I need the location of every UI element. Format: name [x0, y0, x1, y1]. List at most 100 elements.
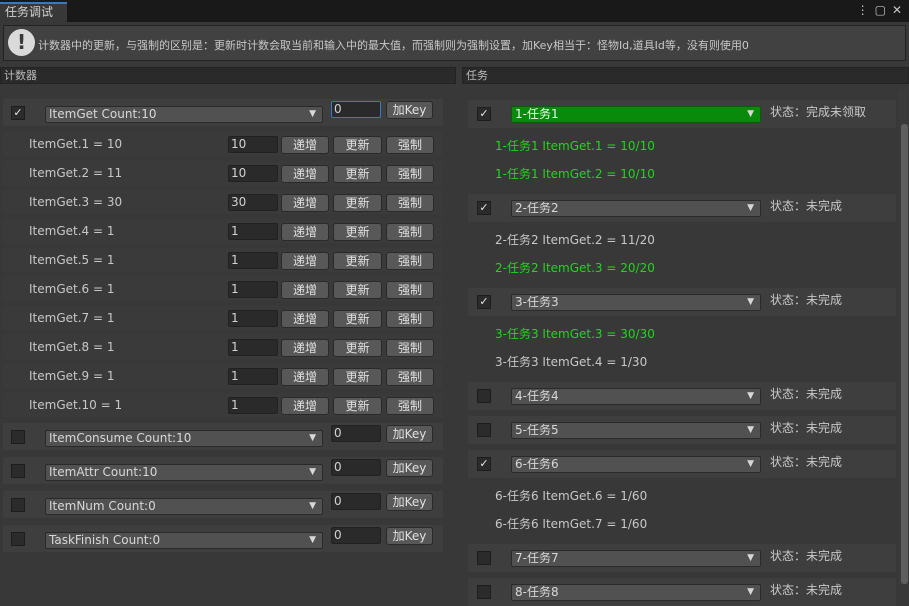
add-key-button[interactable]: 加Key: [386, 527, 433, 545]
counter-entry-input[interactable]: 1: [228, 223, 278, 240]
counter-entry-input[interactable]: 10: [228, 136, 278, 153]
force-button[interactable]: 强制: [386, 339, 434, 357]
task-dropdown-label: 8-任务8: [515, 585, 559, 599]
force-button[interactable]: 强制: [386, 397, 434, 415]
update-button[interactable]: 更新: [333, 368, 382, 386]
update-button[interactable]: 更新: [333, 194, 382, 212]
increment-button[interactable]: 递增: [281, 165, 329, 183]
force-button[interactable]: 强制: [386, 223, 434, 241]
more-options-icon[interactable]: ⋮: [857, 3, 872, 17]
counter-entry-input[interactable]: 1: [228, 310, 278, 327]
counter-checkbox[interactable]: [11, 532, 25, 546]
increment-button[interactable]: 递增: [281, 252, 329, 270]
add-key-button[interactable]: 加Key: [386, 459, 433, 477]
update-button[interactable]: 更新: [333, 136, 382, 154]
task-detail: 3-任务3 ItemGet.4 = 1/30: [495, 355, 648, 369]
task-detail: 6-任务6 ItemGet.7 = 1/60: [495, 517, 648, 531]
force-button[interactable]: 强制: [386, 165, 434, 183]
counter-entry-input[interactable]: 1: [228, 397, 278, 414]
window-tab[interactable]: 任务调试: [0, 2, 67, 22]
counter-dropdown[interactable]: TaskFinish Count:0 ▼: [45, 532, 323, 549]
add-key-button[interactable]: 加Key: [386, 425, 433, 443]
task-status: 状态：未完成: [770, 455, 843, 469]
maximize-icon[interactable]: ▢: [875, 3, 889, 17]
increment-button[interactable]: 递增: [281, 339, 329, 357]
add-key-button[interactable]: 加Key: [386, 493, 433, 511]
triangle-down-icon: ▼: [747, 587, 754, 597]
increment-button[interactable]: 递增: [281, 281, 329, 299]
task-dropdown[interactable]: 1-任务1 ▼: [511, 106, 761, 123]
update-button[interactable]: 更新: [333, 165, 382, 183]
update-button[interactable]: 更新: [333, 281, 382, 299]
update-button[interactable]: 更新: [333, 252, 382, 270]
counter-entry-input[interactable]: 30: [228, 194, 278, 211]
counter-key-input[interactable]: 0: [331, 101, 381, 118]
counter-dropdown[interactable]: ItemConsume Count:10 ▼: [45, 430, 323, 447]
counter-entry-input[interactable]: 1: [228, 339, 278, 356]
task-detail: 6-任务6 ItemGet.6 = 1/60: [495, 489, 648, 503]
counter-dropdown-label: ItemAttr Count:10: [49, 465, 158, 479]
increment-button[interactable]: 递增: [281, 136, 329, 154]
task-detail: 3-任务3 ItemGet.3 = 30/30: [495, 327, 655, 341]
update-button[interactable]: 更新: [333, 223, 382, 241]
add-key-button[interactable]: 加Key: [386, 101, 433, 119]
close-icon[interactable]: ✕: [892, 3, 905, 17]
counter-dropdown-label: ItemConsume Count:10: [49, 431, 192, 445]
counter-key-input[interactable]: 0: [331, 493, 381, 510]
task-dropdown[interactable]: 3-任务3 ▼: [511, 294, 761, 311]
force-button[interactable]: 强制: [386, 281, 434, 299]
counter-entry-input[interactable]: 1: [228, 368, 278, 385]
task-dropdown[interactable]: 5-任务5 ▼: [511, 422, 761, 439]
task-checkbox[interactable]: ✓: [477, 295, 491, 309]
task-dropdown[interactable]: 2-任务2 ▼: [511, 200, 761, 217]
counter-dropdown[interactable]: ItemAttr Count:10 ▼: [45, 464, 323, 481]
update-button[interactable]: 更新: [333, 397, 382, 415]
force-button[interactable]: 强制: [386, 194, 434, 212]
counter-entry-input[interactable]: 1: [228, 281, 278, 298]
task-dropdown[interactable]: 6-任务6 ▼: [511, 456, 761, 473]
increment-button[interactable]: 递增: [281, 397, 329, 415]
task-dropdown[interactable]: 4-任务4 ▼: [511, 388, 761, 405]
task-dropdown[interactable]: 8-任务8 ▼: [511, 584, 761, 601]
counter-key-input[interactable]: 0: [331, 527, 381, 544]
counter-checkbox[interactable]: [11, 498, 25, 512]
counter-key-input[interactable]: 0: [331, 425, 381, 442]
task-status: 状态：未完成: [770, 293, 843, 307]
force-button[interactable]: 强制: [386, 310, 434, 328]
counter-dropdown[interactable]: ItemNum Count:0 ▼: [45, 498, 323, 515]
counter-dropdown-label: TaskFinish Count:0: [49, 533, 161, 547]
task-checkbox[interactable]: [477, 423, 491, 437]
task-checkbox[interactable]: ✓: [477, 457, 491, 471]
counter-checkbox[interactable]: [11, 430, 25, 444]
task-scrollbar-thumb[interactable]: [901, 124, 908, 584]
increment-button[interactable]: 递增: [281, 194, 329, 212]
force-button[interactable]: 强制: [386, 252, 434, 270]
task-dropdown-label: 5-任务5: [515, 423, 559, 437]
task-checkbox[interactable]: [477, 389, 491, 403]
task-checkbox[interactable]: [477, 551, 491, 565]
increment-button[interactable]: 递增: [281, 310, 329, 328]
counter-dropdown[interactable]: ItemGet Count:10 ▼: [45, 106, 323, 123]
task-status: 状态：未完成: [770, 421, 843, 435]
update-button[interactable]: 更新: [333, 339, 382, 357]
task-dropdown[interactable]: 7-任务7 ▼: [511, 550, 761, 567]
counter-key-input[interactable]: 0: [331, 459, 381, 476]
increment-button[interactable]: 递增: [281, 368, 329, 386]
counter-checkbox[interactable]: ✓: [11, 106, 25, 120]
counter-entry-label: ItemGet.3 = 30: [29, 195, 123, 209]
counter-entry-input[interactable]: 10: [228, 165, 278, 182]
counter-checkbox[interactable]: [11, 464, 25, 478]
task-checkbox[interactable]: ✓: [477, 107, 491, 121]
task-dropdown-label: 2-任务2: [515, 201, 559, 215]
force-button[interactable]: 强制: [386, 368, 434, 386]
task-checkbox[interactable]: ✓: [477, 201, 491, 215]
task-dropdown-label: 7-任务7: [515, 551, 559, 565]
counter-entry-label: ItemGet.9 = 1: [29, 369, 115, 383]
counter-entry-input[interactable]: 1: [228, 252, 278, 269]
task-checkbox[interactable]: [477, 585, 491, 599]
force-button[interactable]: 强制: [386, 136, 434, 154]
update-button[interactable]: 更新: [333, 310, 382, 328]
counter-entry-label: ItemGet.8 = 1: [29, 340, 115, 354]
increment-button[interactable]: 递增: [281, 223, 329, 241]
help-box: ! 计数器中的更新，与强制的区别是：更新时计数会取当前和输入中的最大值，而强制则…: [3, 25, 906, 61]
